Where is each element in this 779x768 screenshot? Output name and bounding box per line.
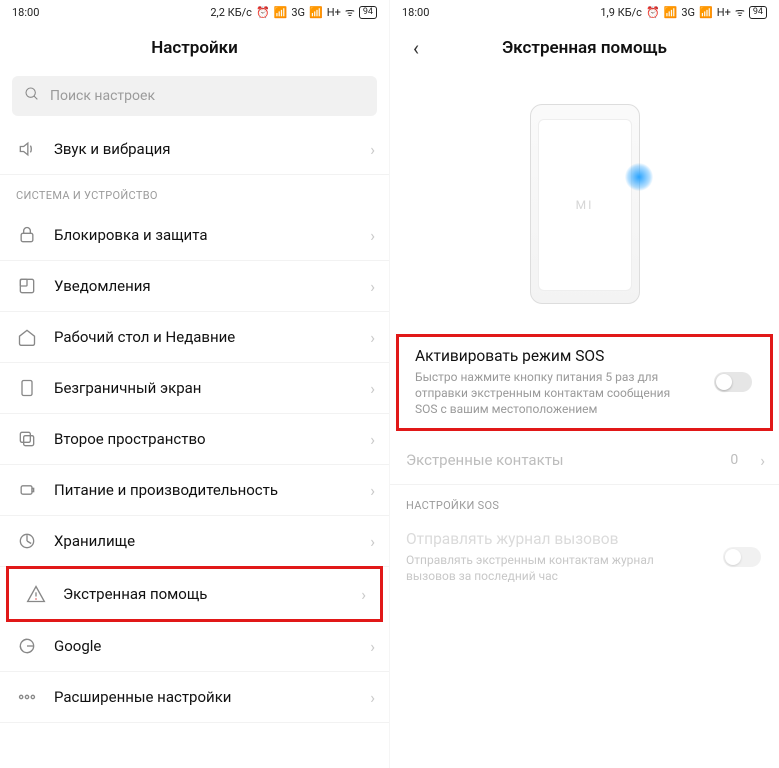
sound-icon xyxy=(16,138,38,160)
battery-icon xyxy=(16,479,38,501)
chevron-right-icon: › xyxy=(370,328,375,347)
home-icon xyxy=(16,326,38,348)
chevron-right-icon: › xyxy=(370,637,375,656)
search-icon xyxy=(24,86,40,106)
battery-icon: 94 xyxy=(749,6,767,19)
status-bar: 18:00 2,2 КБ/с ⏰ 📶 3G 📶 H+ ᯤ 94 xyxy=(0,0,389,24)
lock-icon xyxy=(16,224,38,246)
settings-item-home[interactable]: Рабочий стол и Недавние › xyxy=(0,312,389,363)
settings-item-second-space[interactable]: Второе пространство › xyxy=(0,414,389,465)
phone-illustration: MI xyxy=(390,72,779,330)
item-label: Звук и вибрация xyxy=(54,140,354,158)
search-placeholder: Поиск настроек xyxy=(50,88,155,104)
chevron-right-icon: › xyxy=(370,379,375,398)
power-button-pulse-icon xyxy=(625,163,653,191)
signal-icon-2: 📶 xyxy=(309,6,323,19)
highlight-box-sos: Активировать режим SOS Быстро нажмите кн… xyxy=(396,334,773,431)
chevron-right-icon: › xyxy=(361,585,366,604)
item-label: Блокировка и защита xyxy=(54,226,354,244)
sos-title: Активировать режим SOS xyxy=(415,347,754,365)
item-label: Второе пространство xyxy=(54,430,354,448)
chevron-right-icon: › xyxy=(760,451,765,470)
alarm-icon: ⏰ xyxy=(646,6,660,19)
status-icons: 1,9 КБ/с ⏰ 📶 3G 📶 H+ ᯤ 94 xyxy=(600,5,767,20)
item-label: Рабочий стол и Недавние xyxy=(54,328,354,346)
item-label: Расширенные настройки xyxy=(54,688,354,706)
item-label: Уведомления xyxy=(54,277,354,295)
signal-icon: 📶 xyxy=(274,6,288,19)
chevron-right-icon: › xyxy=(370,688,375,707)
settings-item-notifications[interactable]: Уведомления › xyxy=(0,261,389,312)
chevron-right-icon: › xyxy=(370,430,375,449)
item-label: Экстренная помощь xyxy=(63,585,345,603)
call-log-title: Отправлять журнал вызовов xyxy=(406,530,763,548)
chevron-right-icon: › xyxy=(370,226,375,245)
chevron-right-icon: › xyxy=(370,140,375,159)
item-label: Хранилище xyxy=(54,532,354,550)
settings-item-advanced[interactable]: Расширенные настройки › xyxy=(0,672,389,723)
settings-item-emergency[interactable]: Экстренная помощь › xyxy=(9,569,380,619)
item-label: Питание и производительность xyxy=(54,481,354,499)
page-title: Настройки xyxy=(151,38,238,58)
search-input[interactable]: Поиск настроек xyxy=(12,76,377,116)
signal-icon: 📶 xyxy=(664,6,678,19)
status-net-speed: 2,2 КБ/с xyxy=(210,6,252,19)
phone-logo: MI xyxy=(538,119,632,291)
page-header: Настройки xyxy=(0,24,389,72)
wifi-icon: ᯤ xyxy=(345,5,355,20)
fullscreen-icon xyxy=(16,377,38,399)
contacts-count: 0 xyxy=(730,452,744,468)
page-header: ‹ Экстренная помощь xyxy=(390,24,779,72)
settings-list: Звук и вибрация › СИСТЕМА И УСТРОЙСТВО Б… xyxy=(0,124,389,723)
sos-toggle[interactable] xyxy=(714,372,752,392)
notification-icon xyxy=(16,275,38,297)
settings-item-storage[interactable]: Хранилище › xyxy=(0,516,389,567)
settings-item-google[interactable]: Google › xyxy=(0,621,389,672)
call-log-subtitle: Отправлять экстренным контактам журнал в… xyxy=(406,552,763,584)
status-icons: 2,2 КБ/с ⏰ 📶 3G 📶 H+ ᯤ 94 xyxy=(210,5,377,20)
google-icon xyxy=(16,635,38,657)
status-time: 18:00 xyxy=(12,6,39,19)
settings-item-lock[interactable]: Блокировка и защита › xyxy=(0,210,389,261)
item-label: Безграничный экран xyxy=(54,379,354,397)
emergency-screen: 18:00 1,9 КБ/с ⏰ 📶 3G 📶 H+ ᯤ 94 ‹ Экстре… xyxy=(389,0,779,768)
chevron-right-icon: › xyxy=(370,532,375,551)
send-call-log-row: Отправлять журнал вызовов Отправлять экс… xyxy=(390,520,779,594)
status-time: 18:00 xyxy=(402,6,429,19)
status-hplus: H+ xyxy=(327,6,341,19)
sos-subtitle: Быстро нажмите кнопку питания 5 раз для … xyxy=(415,369,754,418)
section-header-system: СИСТЕМА И УСТРОЙСТВО xyxy=(0,175,389,210)
settings-item-battery-perf[interactable]: Питание и производительность › xyxy=(0,465,389,516)
status-net-speed: 1,9 КБ/с xyxy=(600,6,642,19)
battery-icon: 94 xyxy=(359,6,377,19)
emergency-icon xyxy=(25,583,47,605)
call-log-toggle xyxy=(723,547,761,567)
back-button[interactable]: ‹ xyxy=(402,36,430,60)
signal-icon-2: 📶 xyxy=(699,6,713,19)
chevron-right-icon: › xyxy=(370,277,375,296)
chevron-right-icon: › xyxy=(370,481,375,500)
section-header-sos-settings: НАСТРОЙКИ SOS xyxy=(390,485,779,520)
status-3g: 3G xyxy=(291,6,305,19)
settings-item-fullscreen[interactable]: Безграничный экран › xyxy=(0,363,389,414)
settings-screen: 18:00 2,2 КБ/с ⏰ 📶 3G 📶 H+ ᯤ 94 Настройк… xyxy=(0,0,389,768)
phone-shell-icon: MI xyxy=(530,104,640,304)
emergency-contacts-row[interactable]: Экстренные контакты 0 › xyxy=(390,437,779,485)
status-bar: 18:00 1,9 КБ/с ⏰ 📶 3G 📶 H+ ᯤ 94 xyxy=(390,0,779,24)
wifi-icon: ᯤ xyxy=(735,5,745,20)
sos-activate-row[interactable]: Активировать режим SOS Быстро нажмите кн… xyxy=(399,337,770,428)
page-title: Экстренная помощь xyxy=(502,38,667,58)
alarm-icon: ⏰ xyxy=(256,6,270,19)
item-label: Экстренные контакты xyxy=(406,451,714,469)
item-label: Google xyxy=(54,637,354,655)
settings-item-sound[interactable]: Звук и вибрация › xyxy=(0,124,389,175)
highlight-box-emergency: Экстренная помощь › xyxy=(6,566,383,622)
storage-icon xyxy=(16,530,38,552)
advanced-icon xyxy=(16,686,38,708)
status-hplus: H+ xyxy=(717,6,731,19)
second-space-icon xyxy=(16,428,38,450)
status-3g: 3G xyxy=(681,6,695,19)
